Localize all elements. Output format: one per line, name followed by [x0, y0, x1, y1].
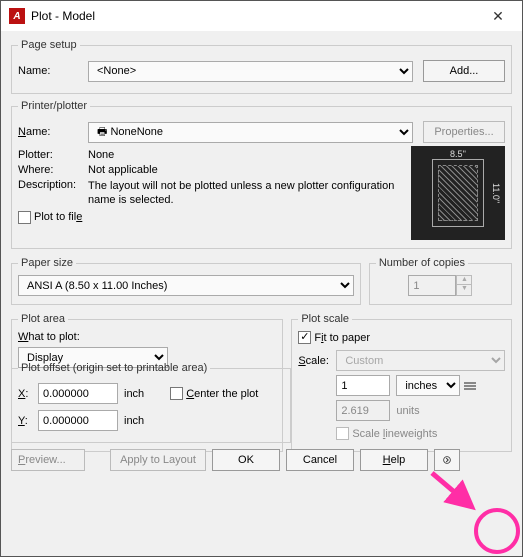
app-logo-icon: A — [9, 8, 25, 24]
description-label: Description: — [18, 179, 88, 191]
what-to-plot-label: What to plot: — [18, 331, 276, 343]
page-setup-add-button[interactable]: Add... — [423, 60, 505, 82]
preview-button: Preview... — [11, 449, 85, 471]
where-value: Not applicable — [88, 164, 158, 176]
plotter-value: None — [88, 149, 114, 161]
ok-button[interactable]: OK — [212, 449, 280, 471]
close-button[interactable]: ✕ — [476, 2, 520, 30]
plotter-label: Plotter: — [18, 149, 88, 161]
offset-x-input[interactable] — [38, 383, 118, 404]
paper-size-group: Paper size ANSI A (8.50 x 11.00 Inches) — [11, 257, 361, 305]
center-plot-label: Center the plot — [186, 388, 258, 400]
offset-y-input[interactable] — [38, 410, 118, 431]
plot-offset-legend: Plot offset (origin set to printable are… — [18, 362, 210, 374]
paper-size-legend: Paper size — [18, 257, 76, 269]
plot-dialog: A Plot - Model ✕ Page setup Name: <None>… — [0, 0, 523, 557]
where-label: Where: — [18, 164, 88, 176]
fit-to-paper-label: Fit to paper — [314, 332, 370, 344]
page-setup-legend: Page setup — [18, 39, 80, 51]
copies-input — [408, 275, 456, 296]
scale-unit-select[interactable]: inches — [396, 375, 460, 396]
paper-size-select[interactable]: ANSI A (8.50 x 11.00 Inches) — [18, 275, 354, 296]
window-title: Plot - Model — [31, 9, 476, 23]
annotation-arrow — [428, 469, 488, 522]
printer-group: Printer/plotter Name: 🖶 NoneNone Propert… — [11, 100, 512, 249]
paper-height-label: 11.0'' — [491, 147, 501, 239]
plot-to-file-label: Plot to file — [34, 211, 82, 223]
printer-legend: Printer/plotter — [18, 100, 90, 112]
copies-legend: Number of copies — [376, 257, 468, 269]
help-button[interactable]: Help — [360, 449, 428, 471]
offset-y-unit: inch — [124, 415, 144, 427]
copies-spin-up: ▲ — [457, 276, 471, 285]
offset-y-label: Y: — [18, 415, 38, 427]
center-plot-checkbox[interactable]: Center the plot — [170, 387, 258, 400]
expand-options-button[interactable] — [434, 449, 460, 471]
cancel-button[interactable]: Cancel — [286, 449, 354, 471]
scale-select: Custom — [336, 350, 505, 371]
description-value: The layout will not be plotted unless a … — [88, 179, 405, 208]
scale-denominator-input — [336, 400, 390, 421]
scale-label: Scale: — [298, 355, 336, 367]
scale-lineweights-label: Scale lineweights — [352, 428, 437, 440]
copies-spin-down: ▼ — [457, 285, 471, 294]
plot-scale-group: Plot scale ✓ Fit to paper Scale: Custom — [291, 313, 512, 452]
plot-scale-legend: Plot scale — [298, 313, 352, 325]
offset-x-unit: inch — [124, 388, 144, 400]
annotation-circle — [474, 508, 520, 554]
scale-numerator-input[interactable] — [336, 375, 390, 396]
titlebar: A Plot - Model ✕ — [1, 1, 522, 31]
printer-name-label: Name: — [18, 126, 88, 138]
paper-preview: 8.5'' 11.0'' — [411, 146, 505, 240]
scale-grip-icon[interactable] — [464, 380, 476, 392]
plot-area-legend: Plot area — [18, 313, 68, 325]
offset-x-label: X: — [18, 388, 38, 400]
printer-name-select[interactable]: 🖶 NoneNone — [88, 122, 413, 143]
chevron-right-circle-icon — [443, 455, 451, 465]
scale-lineweights-checkbox: Scale lineweights — [336, 427, 437, 440]
printer-properties-button: Properties... — [423, 121, 505, 143]
page-setup-name-label: Name: — [18, 65, 88, 77]
page-setup-group: Page setup Name: <None> Add... — [11, 39, 512, 94]
page-setup-name-select[interactable]: <None> — [88, 61, 413, 82]
apply-to-layout-button: Apply to Layout — [110, 449, 206, 471]
copies-group: Number of copies ▲ ▼ — [369, 257, 512, 305]
dialog-button-row: Preview... Apply to Layout OK Cancel Hel… — [11, 449, 512, 471]
scale-den-unit: units — [396, 405, 419, 417]
fit-to-paper-checkbox[interactable]: ✓ Fit to paper — [298, 331, 505, 344]
plot-to-file-checkbox[interactable]: Plot to file — [18, 211, 82, 224]
